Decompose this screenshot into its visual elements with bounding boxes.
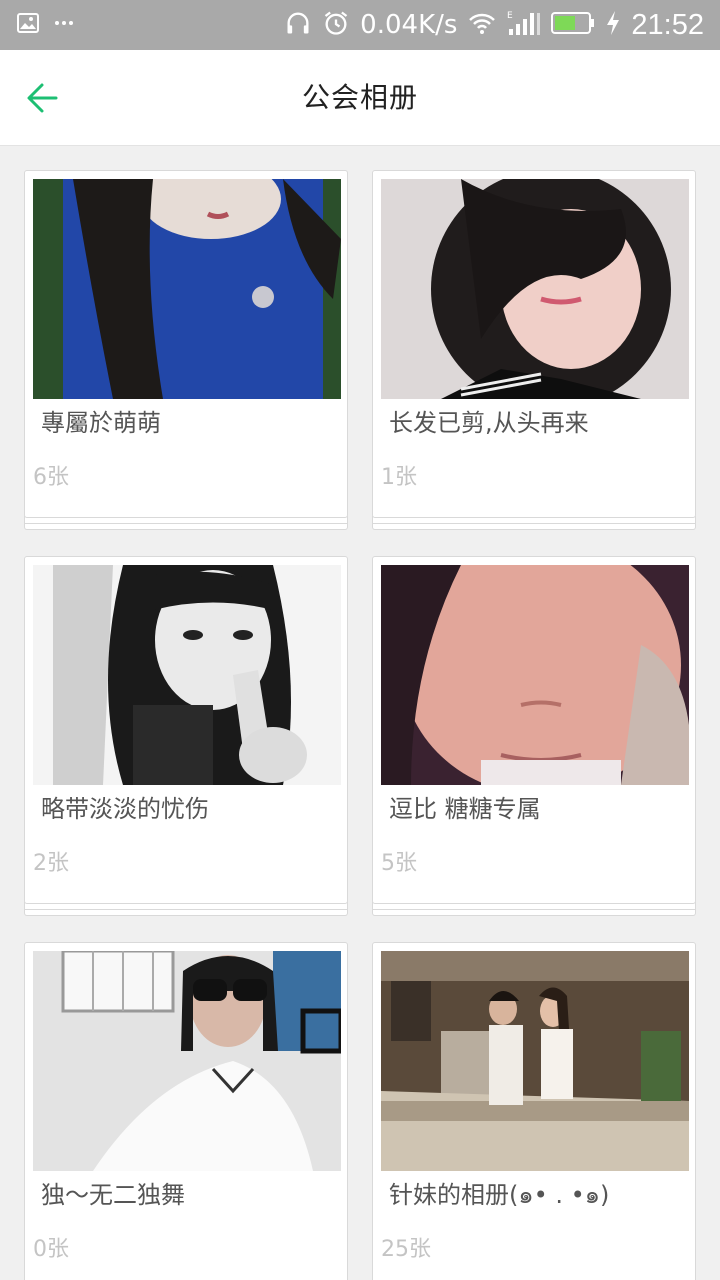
clock: 21:52 (631, 8, 704, 41)
album-photo-count: 5张 (381, 851, 417, 876)
image-icon (16, 11, 40, 39)
album-card-body[interactable]: 專屬於萌萌 6张 (24, 170, 348, 518)
album-photo-count: 2张 (33, 851, 69, 876)
svg-text:E: E (507, 11, 513, 21)
status-bar: 0.04K/s E 21:52 (0, 0, 720, 50)
headphones-icon (284, 9, 312, 41)
album-photo-count: 6张 (33, 465, 69, 490)
album-card-body[interactable]: 独〜无二独舞 0张 (24, 942, 348, 1280)
album-cover-photo (381, 565, 689, 785)
album-card-body[interactable]: 逗比 糖糖专属 5张 (372, 556, 696, 904)
album-name: 專屬於萌萌 (41, 409, 161, 437)
album-photo-count: 1张 (381, 465, 417, 490)
album-card-body[interactable]: 略带淡淡的忧伤 2张 (24, 556, 348, 904)
page-title: 公会相册 (301, 81, 418, 114)
signal-icon: E (507, 9, 541, 41)
album-cover-photo (33, 179, 341, 399)
album-cover-photo (33, 565, 341, 785)
charging-icon (605, 10, 621, 40)
album-name: 独〜无二独舞 (41, 1181, 185, 1209)
album-cover-photo (33, 951, 341, 1171)
album-card-body[interactable]: 长发已剪,从头再来 1张 (372, 170, 696, 518)
album-name: 针妹的相册(๑• . •๑) (389, 1181, 610, 1209)
album-cover-photo (381, 179, 689, 399)
battery-icon (551, 12, 595, 38)
app-header: 公会相册 (0, 50, 720, 146)
wifi-icon (467, 10, 497, 40)
album-name: 略带淡淡的忧伤 (41, 795, 209, 823)
album-name: 长发已剪,从头再来 (389, 409, 589, 437)
album-photo-count: 0张 (33, 1237, 69, 1262)
alarm-icon (322, 9, 350, 41)
album-photo-count: 25张 (381, 1237, 431, 1262)
network-speed: 0.04K/s (360, 10, 458, 40)
album-name: 逗比 糖糖专属 (389, 795, 541, 823)
more-dots-icon (52, 11, 76, 39)
album-card-body[interactable]: 针妹的相册(๑• . •๑) 25张 (372, 942, 696, 1280)
album-cover-photo (381, 951, 689, 1171)
